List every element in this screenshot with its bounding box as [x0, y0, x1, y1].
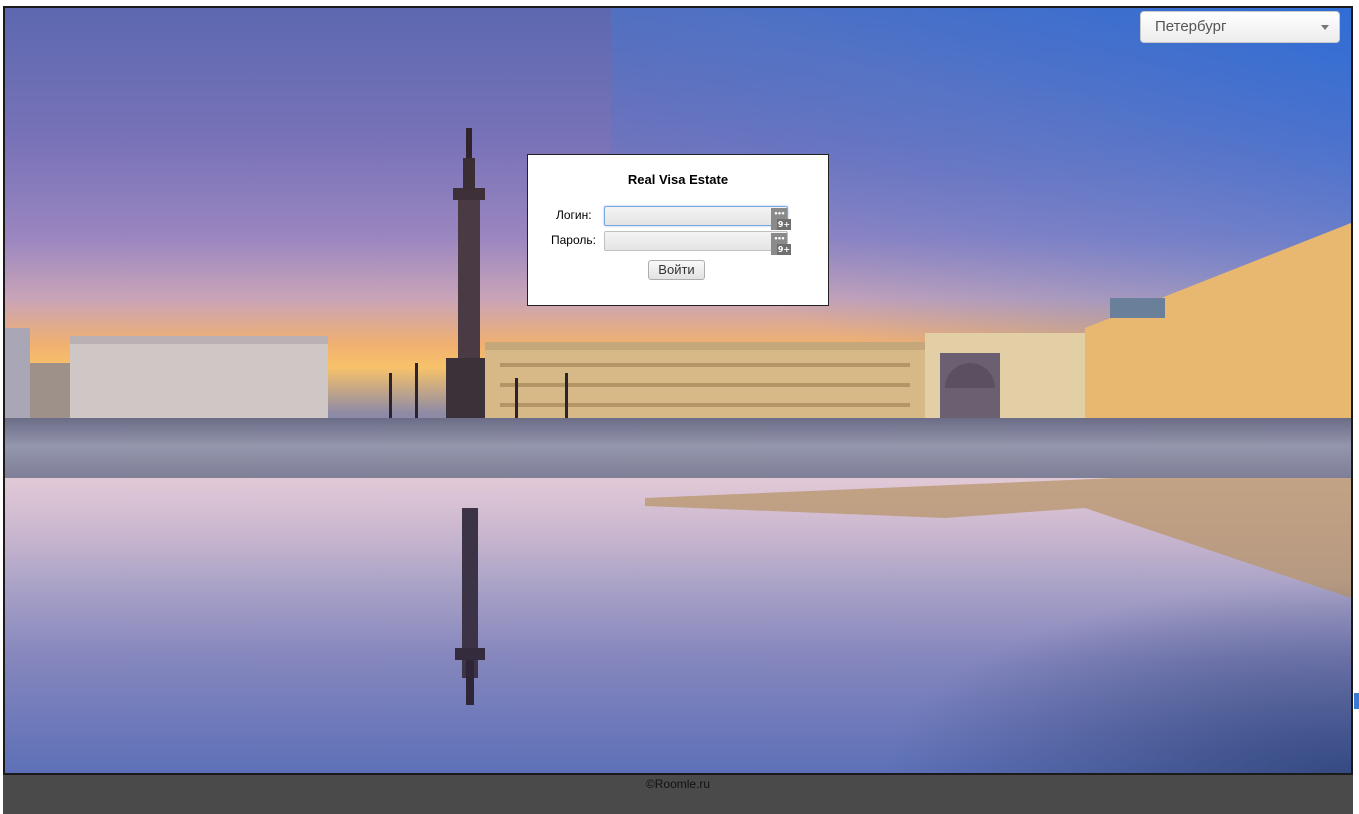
city-select[interactable]: Петербург — [1140, 11, 1340, 43]
login-dialog: Real Visa Estate Логин: ••• 9+ Пароль: •… — [527, 154, 829, 306]
login-label: Логин: — [556, 208, 592, 222]
right-edge-accent — [1354, 693, 1359, 709]
city-select-value: Петербург — [1155, 18, 1227, 35]
footer-copyright: ©Roomle.ru — [645, 777, 711, 791]
password-input[interactable] — [604, 231, 788, 251]
page: Петербург Real Visa Estate Логин: ••• 9+… — [0, 0, 1359, 814]
login-submit-button[interactable]: Войти — [648, 260, 705, 280]
password-label: Пароль: — [551, 233, 596, 247]
background-photo — [3, 6, 1353, 775]
login-title: Real Visa Estate — [627, 172, 729, 187]
left-building — [5, 328, 328, 418]
footer: ©Roomle.ru — [3, 775, 1353, 814]
login-input[interactable] — [604, 206, 788, 226]
puddle-reflection — [5, 478, 1351, 773]
password-manager-badge: 9+ — [777, 244, 791, 255]
password-manager-badge: 9+ — [777, 219, 791, 230]
right-edge-strip — [1353, 0, 1359, 814]
wet-texture — [879, 578, 1351, 773]
chevron-down-icon — [1321, 25, 1329, 30]
